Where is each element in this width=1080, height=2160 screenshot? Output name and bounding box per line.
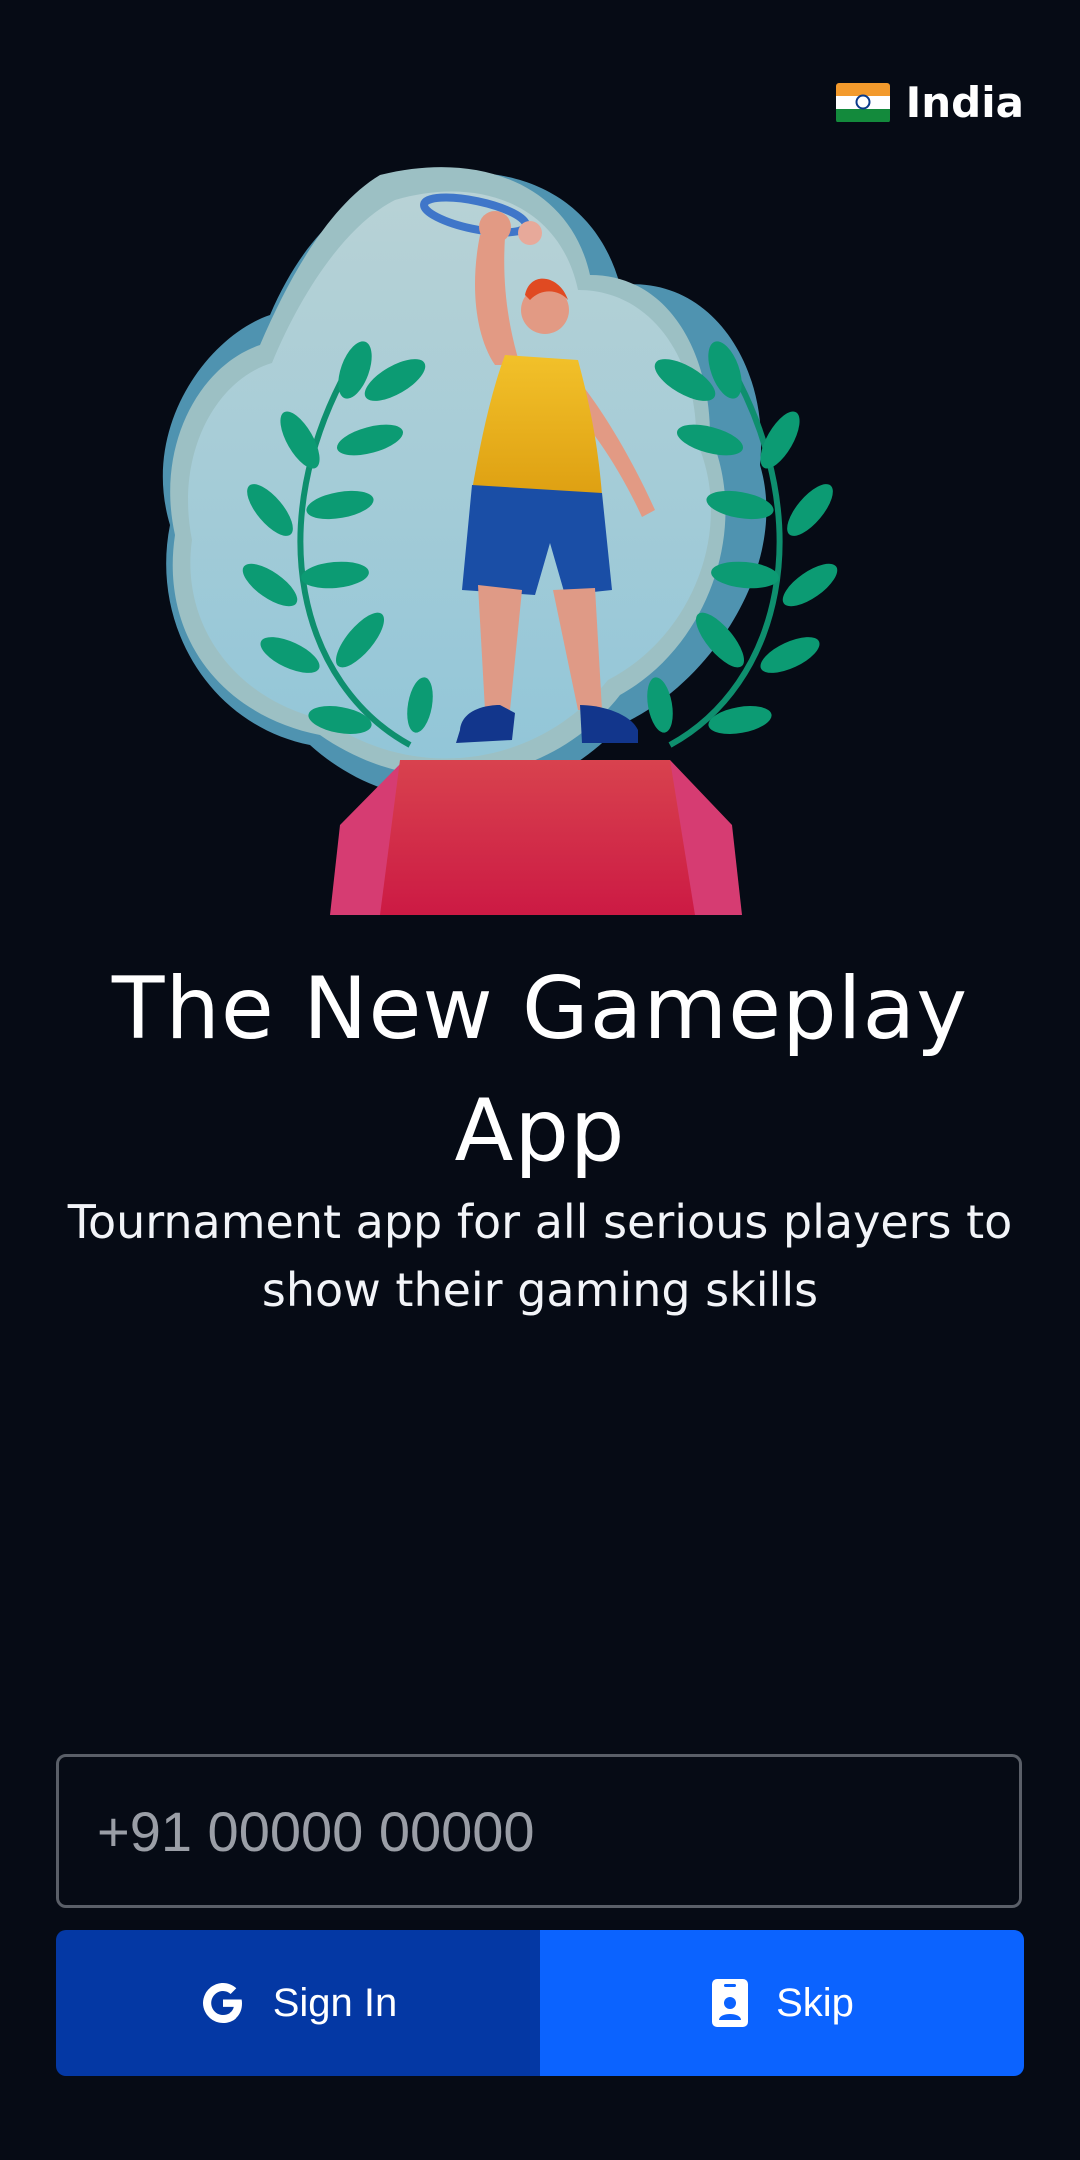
country-label: India [905, 78, 1024, 127]
skip-button[interactable]: Skip [540, 1930, 1024, 2076]
phone-badge-icon [712, 1979, 749, 2027]
google-icon [202, 1983, 242, 2023]
trophy-winner-illustration [162, 167, 838, 915]
page-title: The New Gameplay App [111, 959, 969, 1181]
page-subtitle: Tournament app for all serious players t… [67, 1195, 1013, 1317]
skip-label: Skip [776, 1980, 854, 2025]
phone-number-input[interactable] [56, 1754, 1022, 1908]
auth-actions: Sign In Skip [56, 1930, 1024, 2076]
india-flag-icon [835, 82, 890, 123]
signin-button[interactable]: Sign In [56, 1930, 540, 2076]
signin-label: Sign In [272, 1980, 398, 2025]
country-selector[interactable]: India [835, 78, 1024, 127]
